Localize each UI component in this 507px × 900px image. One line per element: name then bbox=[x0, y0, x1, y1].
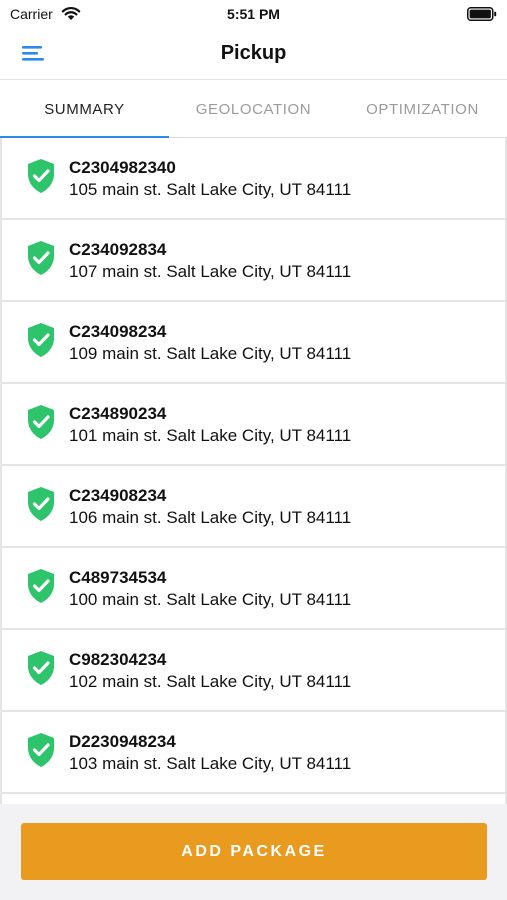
shield-check-icon bbox=[28, 405, 54, 439]
package-address: 106 main st. Salt Lake City, UT 84111 bbox=[69, 508, 352, 527]
shield-check-icon bbox=[28, 569, 54, 603]
package-address: 102 main st. Salt Lake City, UT 84111 bbox=[69, 672, 352, 691]
shield-check-icon bbox=[28, 487, 54, 521]
package-id: C489734534 bbox=[69, 568, 167, 587]
package-list-item[interactable]: C234908234 106 main st. Salt Lake City, … bbox=[0, 466, 507, 548]
package-list-item[interactable]: C234092834 107 main st. Salt Lake City, … bbox=[0, 220, 507, 302]
package-address: 105 main st. Salt Lake City, UT 84111 bbox=[69, 180, 352, 199]
package-list-item[interactable]: C489734534 100 main st. Salt Lake City, … bbox=[0, 548, 507, 630]
package-id: C234092834 bbox=[69, 240, 167, 259]
package-address: 101 main st. Salt Lake City, UT 84111 bbox=[69, 426, 352, 445]
status-time: 5:51 PM bbox=[227, 6, 280, 22]
tab-summary[interactable]: SUMMARY bbox=[0, 80, 169, 139]
package-list-item-partial[interactable] bbox=[0, 794, 507, 804]
package-id: C234098234 bbox=[69, 322, 167, 341]
tab-optimization[interactable]: OPTIMIZATION bbox=[338, 80, 507, 138]
package-list-item[interactable]: C2304982340 105 main st. Salt Lake City,… bbox=[0, 138, 507, 220]
package-address: 107 main st. Salt Lake City, UT 84111 bbox=[69, 262, 352, 281]
status-bar: Carrier 5:51 PM bbox=[0, 0, 507, 30]
shield-check-icon bbox=[28, 159, 54, 193]
battery-icon bbox=[467, 7, 497, 21]
package-list-item[interactable]: D2230948234 103 main st. Salt Lake City,… bbox=[0, 712, 507, 794]
package-list[interactable]: C2304982340 105 main st. Salt Lake City,… bbox=[0, 138, 507, 804]
package-address: 103 main st. Salt Lake City, UT 84111 bbox=[69, 754, 352, 773]
shield-check-icon bbox=[28, 733, 54, 767]
shield-check-icon bbox=[28, 241, 54, 275]
tab-bar: SUMMARY GEOLOCATION OPTIMIZATION bbox=[0, 80, 507, 139]
package-id: C234908234 bbox=[69, 486, 167, 505]
package-id: D2230948234 bbox=[69, 732, 176, 751]
package-list-item[interactable]: C982304234 102 main st. Salt Lake City, … bbox=[0, 630, 507, 712]
shield-check-icon bbox=[28, 323, 54, 357]
package-list-item[interactable]: C234098234 109 main st. Salt Lake City, … bbox=[0, 302, 507, 384]
footer: ADD PACKAGE bbox=[0, 804, 507, 900]
shield-check-icon bbox=[28, 651, 54, 685]
navigation-bar: Pickup bbox=[0, 30, 507, 80]
package-id: C2304982340 bbox=[69, 158, 176, 177]
package-address: 100 main st. Salt Lake City, UT 84111 bbox=[69, 590, 352, 609]
add-package-button[interactable]: ADD PACKAGE bbox=[21, 823, 487, 880]
package-address: 109 main st. Salt Lake City, UT 84111 bbox=[69, 344, 352, 363]
page-title: Pickup bbox=[220, 42, 287, 64]
package-id: C234890234 bbox=[69, 404, 167, 423]
tab-geolocation[interactable]: GEOLOCATION bbox=[169, 80, 338, 138]
package-id: C982304234 bbox=[69, 650, 167, 669]
package-list-item[interactable]: C234890234 101 main st. Salt Lake City, … bbox=[0, 384, 507, 466]
